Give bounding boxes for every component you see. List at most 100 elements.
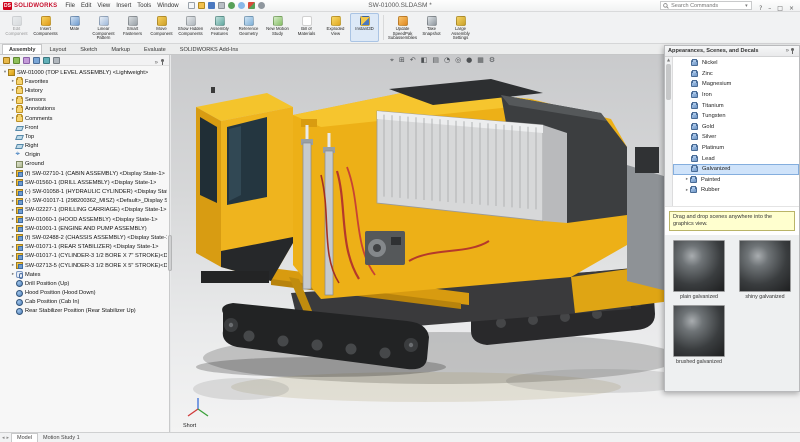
appearance-item-painted[interactable]: ▸Painted [673, 175, 799, 186]
undo-icon[interactable] [228, 2, 235, 9]
tree-item[interactable]: ▸(f) SW-02488-2 (CHASSIS ASSEMBLY) <Disp… [0, 233, 169, 242]
appearance-item-titanium[interactable]: Titanium [673, 100, 799, 111]
tree-item[interactable]: ▸SW-01001-1 (ENGINE AND PUMP ASSEMBLY) [0, 224, 169, 233]
tab-assembly[interactable]: Assembly [2, 44, 42, 54]
ribbon-button-linear-component-pattern[interactable]: Linear Component Pattern [89, 13, 118, 42]
appearance-item-galvanized[interactable]: Galvanized [673, 164, 799, 175]
scroll-up-icon[interactable]: ▲ [667, 57, 670, 63]
view-orientation-icon[interactable]: ▤ [432, 57, 439, 64]
ribbon-button-show-hidden-components[interactable]: Show Hidden Components [176, 13, 205, 42]
cam-manager-icon[interactable] [53, 57, 60, 64]
tree-item[interactable]: Hood Position (Hood Down) [0, 289, 169, 298]
displaymanager-icon[interactable] [43, 57, 50, 64]
tree-item[interactable]: Top [0, 132, 169, 141]
scrollbar-thumb[interactable] [666, 64, 671, 100]
tree-item[interactable]: ▸SW-02227-1 (DRILLING CARRIAGE) <Display… [0, 206, 169, 215]
minimize-icon[interactable]: – [765, 5, 774, 12]
configurationmanager-icon[interactable] [23, 57, 30, 64]
appearance-item-platinum[interactable]: Platinum [673, 143, 799, 154]
tab-solidworks-add-ins[interactable]: SOLIDWORKS Add-Ins [173, 44, 245, 54]
menu-tools[interactable]: Tools [134, 3, 154, 9]
apply-scene-icon[interactable]: ▦ [477, 57, 484, 64]
close-icon[interactable]: × [786, 5, 797, 12]
menu-view[interactable]: View [94, 3, 113, 9]
menu-edit[interactable]: Edit [78, 3, 94, 9]
tree-item[interactable]: ▸(-) SW-01017-1 (298200362_MISZ) <Defaul… [0, 197, 169, 206]
tree-item[interactable]: ▸(-) SW-01058-1 (HYDRAULIC CYLINDER) <Di… [0, 187, 169, 196]
hide-show-icon[interactable]: ◎ [455, 57, 461, 64]
tab-markup[interactable]: Markup [104, 44, 137, 54]
ribbon-button-assembly-features[interactable]: Assembly Features [205, 13, 234, 42]
dimxpertmanager-icon[interactable] [33, 57, 40, 64]
menu-file[interactable]: File [62, 3, 78, 9]
statusbar-prev-icon[interactable]: ◂ [2, 435, 5, 441]
ribbon-button-bill-of-materials[interactable]: Bill of Materials [292, 13, 321, 42]
propertymanager-icon[interactable] [13, 57, 20, 64]
ribbon-button-exploded-view[interactable]: Exploded View [321, 13, 350, 42]
appearance-item-rubber[interactable]: ▸Rubber [673, 185, 799, 196]
tree-item[interactable]: ▸SW-01071-1 (REAR STABILIZER) <Display S… [0, 243, 169, 252]
ribbon-button-update-speedpak-subassemblies[interactable]: Update SpeedPak Subassemblies [388, 13, 417, 42]
ribbon-button-instant3d[interactable]: Instant3D [350, 13, 379, 42]
ribbon-button-smart-fasteners[interactable]: Smart Fasteners [118, 13, 147, 42]
search-chevron-icon[interactable]: ▾ [745, 3, 748, 9]
appearance-item-magnesium[interactable]: Magnesium [673, 79, 799, 90]
appearance-thumbnail-brushed-galvanized[interactable]: brushed galvanized [673, 305, 725, 365]
tree-item[interactable]: ▸Annotations [0, 105, 169, 114]
tree-item[interactable]: Cab Position (Cab In) [0, 298, 169, 307]
tree-item[interactable]: Rear Stabilizer Position (Rear Stabilize… [0, 307, 169, 316]
appearance-item-nickel[interactable]: Nickel [673, 58, 799, 69]
search-box[interactable]: ▾ [660, 1, 752, 10]
appearances-scrollbar[interactable]: ▲ [665, 57, 673, 206]
tree-item[interactable]: ▸SW-01060-1 (HOOD ASSEMBLY) <Display Sta… [0, 215, 169, 224]
rebuild-icon[interactable] [248, 2, 255, 9]
appearance-item-gold[interactable]: Gold [673, 122, 799, 133]
tree-item[interactable]: Front [0, 123, 169, 132]
help-icon[interactable]: ? [756, 5, 765, 12]
tree-item[interactable]: Ground [0, 160, 169, 169]
zoom-fit-icon[interactable]: ⌖ [390, 57, 394, 64]
tree-item[interactable]: ▾SW-01000 (TOP LEVEL ASSEMBLY) <Lightwei… [0, 68, 169, 77]
menu-insert[interactable]: Insert [113, 3, 134, 9]
tree-item[interactable]: ▸SW-02713-5 (CYLINDER-3 1/2 BORE X 5" ST… [0, 261, 169, 270]
save-icon[interactable] [208, 2, 215, 9]
zoom-area-icon[interactable]: ⊞ [399, 57, 405, 64]
chevron-right-icon[interactable]: » [786, 48, 789, 54]
statusbar-tab-motion-study-1[interactable]: Motion Study 1 [38, 433, 85, 442]
ribbon-button-insert-components[interactable]: Insert Components [31, 13, 60, 42]
tree-item[interactable]: ▸(f) SW-02710-1 (CABIN ASSEMBLY) <Displa… [0, 169, 169, 178]
tree-item[interactable]: Right [0, 142, 169, 151]
new-file-icon[interactable] [188, 2, 195, 9]
tree-item[interactable]: ▸Sensors [0, 96, 169, 105]
statusbar-next-icon[interactable]: ▸ [7, 435, 10, 441]
ribbon-button-edit-component[interactable]: Edit Component [2, 13, 31, 42]
tree-item[interactable]: ▸History [0, 86, 169, 95]
panel-splitter[interactable] [168, 235, 172, 271]
pin-icon[interactable] [791, 48, 794, 51]
tree-item[interactable]: ▸Mates [0, 270, 169, 279]
maximize-icon[interactable]: □ [774, 5, 786, 12]
statusbar-tab-model[interactable]: Model [11, 433, 38, 442]
tab-evaluate[interactable]: Evaluate [137, 44, 173, 54]
menu-window[interactable]: Window [154, 3, 181, 9]
tab-sketch[interactable]: Sketch [73, 44, 104, 54]
tree-item[interactable]: ▸Comments [0, 114, 169, 123]
tree-item[interactable]: ▸SW-01560-1 (DRILL ASSEMBLY) <Display St… [0, 178, 169, 187]
ribbon-button-take-snapshot[interactable]: Take Snapshot [417, 13, 446, 42]
ribbon-button-reference-geometry[interactable]: Reference Geometry [234, 13, 263, 42]
appearance-thumbnail-shiny-galvanized[interactable]: shiny galvanized [739, 240, 791, 300]
panel-chevron-icon[interactable] [155, 55, 158, 69]
appearance-item-lead[interactable]: Lead [673, 153, 799, 164]
previous-view-icon[interactable]: ↶ [410, 57, 416, 64]
view-settings-icon[interactable]: ⚙ [489, 57, 495, 64]
ribbon-button-new-motion-study[interactable]: New Motion Study [263, 13, 292, 42]
ribbon-button-mate[interactable]: Mate [60, 13, 89, 42]
featuremanager-tree-icon[interactable] [3, 57, 10, 64]
ribbon-button-move-component[interactable]: Move Component [147, 13, 176, 42]
options-icon[interactable] [258, 2, 265, 9]
tab-layout[interactable]: Layout [42, 44, 73, 54]
tree-item[interactable]: Drill Position (Up) [0, 279, 169, 288]
print-icon[interactable] [218, 2, 225, 9]
tree-item[interactable]: ▸SW-01017-1 (CYLINDER-3 1/2 BORE X 7" ST… [0, 252, 169, 261]
appearance-item-tungsten[interactable]: Tungsten [673, 111, 799, 122]
